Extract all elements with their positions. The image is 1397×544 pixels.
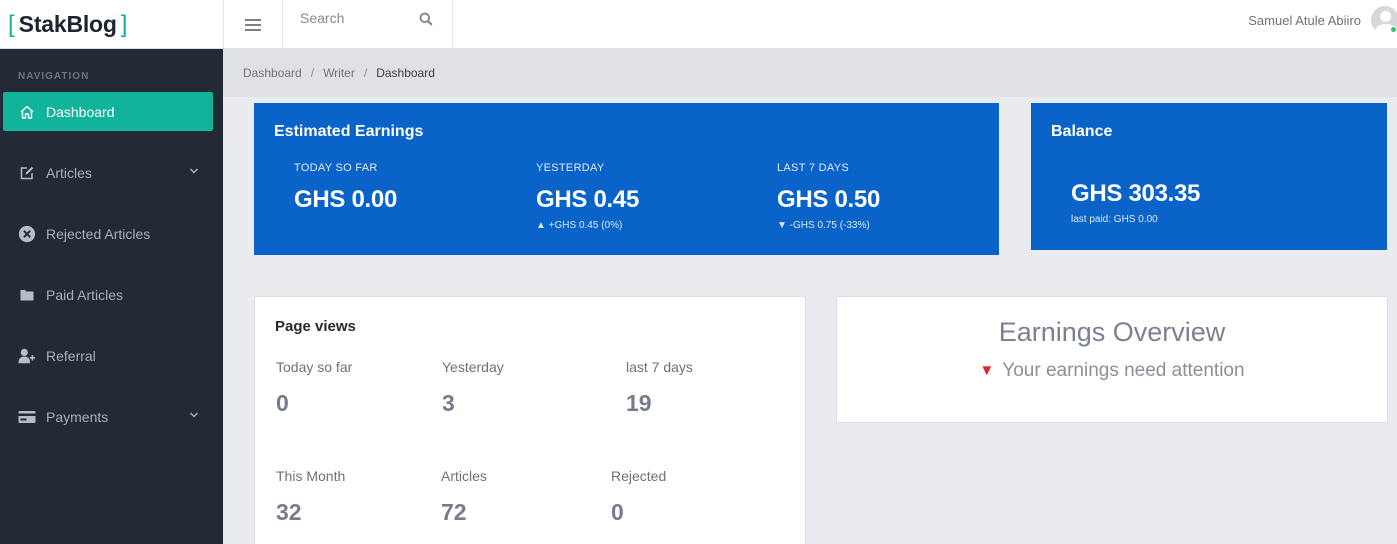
logo-text: StakBlog [18,11,117,37]
breadcrumb-separator: / [310,66,315,80]
nav-heading: NAVIGATION [18,71,90,82]
breadcrumb-current: Dashboard [376,66,435,80]
sidebar-item-rejected-articles[interactable]: Rejected Articles [3,214,213,253]
stat-label: Articles [441,468,487,484]
overview-message-text: Your earnings need attention [1002,360,1245,381]
stat-value: GHS 0.00 [294,186,397,213]
stat-label: LAST 7 DAYS [777,162,849,174]
top-bar: [ StakBlog ] Samuel Atule Abiiro [0,0,1397,49]
stat-label: TODAY SO FAR [294,162,378,174]
sidebar-item-label: Paid Articles [46,286,124,303]
menu-toggle-button[interactable] [223,0,283,49]
user-menu[interactable]: Samuel Atule Abiiro [1248,0,1397,49]
x-circle-icon [18,225,36,243]
credit-card-icon [18,408,36,426]
search-input[interactable] [300,8,420,28]
stat-value: GHS 0.45 [536,186,639,213]
chevron-down-icon[interactable] [189,166,199,176]
stat-value: 0 [611,499,624,525]
sidebar-item-label: Payments [46,408,109,425]
pv-stat-this-month: This Month 32 [276,468,345,526]
page-views-card: Page views Today so far 0 Yesterday 3 la… [254,296,806,544]
search-icon[interactable] [419,12,433,26]
card-title: Earnings Overview [998,317,1226,347]
stat-label: Yesterday [442,359,504,375]
stat-value: 32 [276,499,302,525]
pv-stat-articles: Articles 72 [441,468,487,526]
sidebar-item-label: Articles [46,164,92,181]
stat-value: GHS 0.50 [777,186,880,213]
pv-stat-last-7-days: last 7 days 19 [626,359,693,417]
sidebar-item-paid-articles[interactable]: Paid Articles [3,275,213,314]
stat-label: last 7 days [626,359,693,375]
stat-value: 19 [626,390,652,416]
pv-stat-yesterday: Yesterday 3 [442,359,504,417]
stat-value: 0 [276,390,289,416]
stat-label: Rejected [611,468,667,484]
triangle-down-icon: ▼ [979,362,995,379]
stat-change: ▲ +GHS 0.45 (0%) [536,220,623,231]
breadcrumb-bar: Dashboard / Writer / Dashboard [223,49,1397,97]
last-paid: last paid: GHS 0.00 [1071,214,1158,225]
earnings-overview-card: Earnings Overview ▼ Your earnings need at… [836,296,1388,423]
stat-change: ▼ -GHS 0.75 (-33%) [777,220,870,231]
pv-stat-today: Today so far 0 [276,359,352,417]
folder-icon [18,286,36,304]
breadcrumb-link-dashboard[interactable]: Dashboard [243,66,302,80]
overview-message: ▼ Your earnings need attention [837,360,1387,382]
card-title: Estimated Earnings [274,123,424,140]
online-status-icon [1390,26,1397,33]
sidebar-item-label: Referral [46,347,96,364]
earnings-today: TODAY SO FAR GHS 0.00 [294,162,397,214]
sidebar-item-dashboard[interactable]: Dashboard [3,92,213,131]
hamburger-icon [245,16,261,34]
user-plus-icon [18,347,36,365]
home-icon [18,103,36,121]
sidebar-item-label: Rejected Articles [46,225,151,242]
balance-card: Balance GHS 303.35 last paid: GHS 0.00 [1031,103,1387,250]
estimated-earnings-card: Estimated Earnings TODAY SO FAR GHS 0.00… [254,103,999,255]
chevron-down-icon[interactable] [189,410,199,420]
pv-stat-rejected: Rejected 0 [611,468,666,526]
user-name: Samuel Atule Abiiro [1248,13,1361,28]
sidebar-item-label: Dashboard [46,103,115,120]
logo-bracket-open: [ [8,10,15,38]
stat-value: 72 [441,499,467,525]
breadcrumb-link-writer[interactable]: Writer [323,66,355,80]
sidebar-item-payments[interactable]: Payments [3,397,213,436]
stat-label: This Month [276,468,346,484]
brand-logo[interactable]: [ StakBlog ] [0,0,223,49]
stat-label: YESTERDAY [536,162,605,174]
sidebar-item-referral[interactable]: Referral [3,336,213,375]
earnings-last-7-days: LAST 7 DAYS GHS 0.50 ▼ -GHS 0.75 (-33%) [777,162,880,231]
search-box [284,0,453,49]
stat-value: 3 [442,390,455,416]
earnings-yesterday: YESTERDAY GHS 0.45 ▲ +GHS 0.45 (0%) [536,162,639,231]
logo-bracket-close: ] [120,10,128,38]
sidebar-item-articles[interactable]: Articles [3,153,213,192]
sidebar: NAVIGATION Dashboard Articles Rejected A… [0,49,223,544]
breadcrumb: Dashboard / Writer / Dashboard [243,66,435,80]
edit-icon [18,164,36,182]
stat-label: Today so far [276,359,353,375]
balance-value: GHS 303.35 [1071,180,1201,207]
card-title: Balance [1051,123,1113,140]
breadcrumb-separator: / [363,66,368,80]
card-title: Page views [275,318,356,335]
